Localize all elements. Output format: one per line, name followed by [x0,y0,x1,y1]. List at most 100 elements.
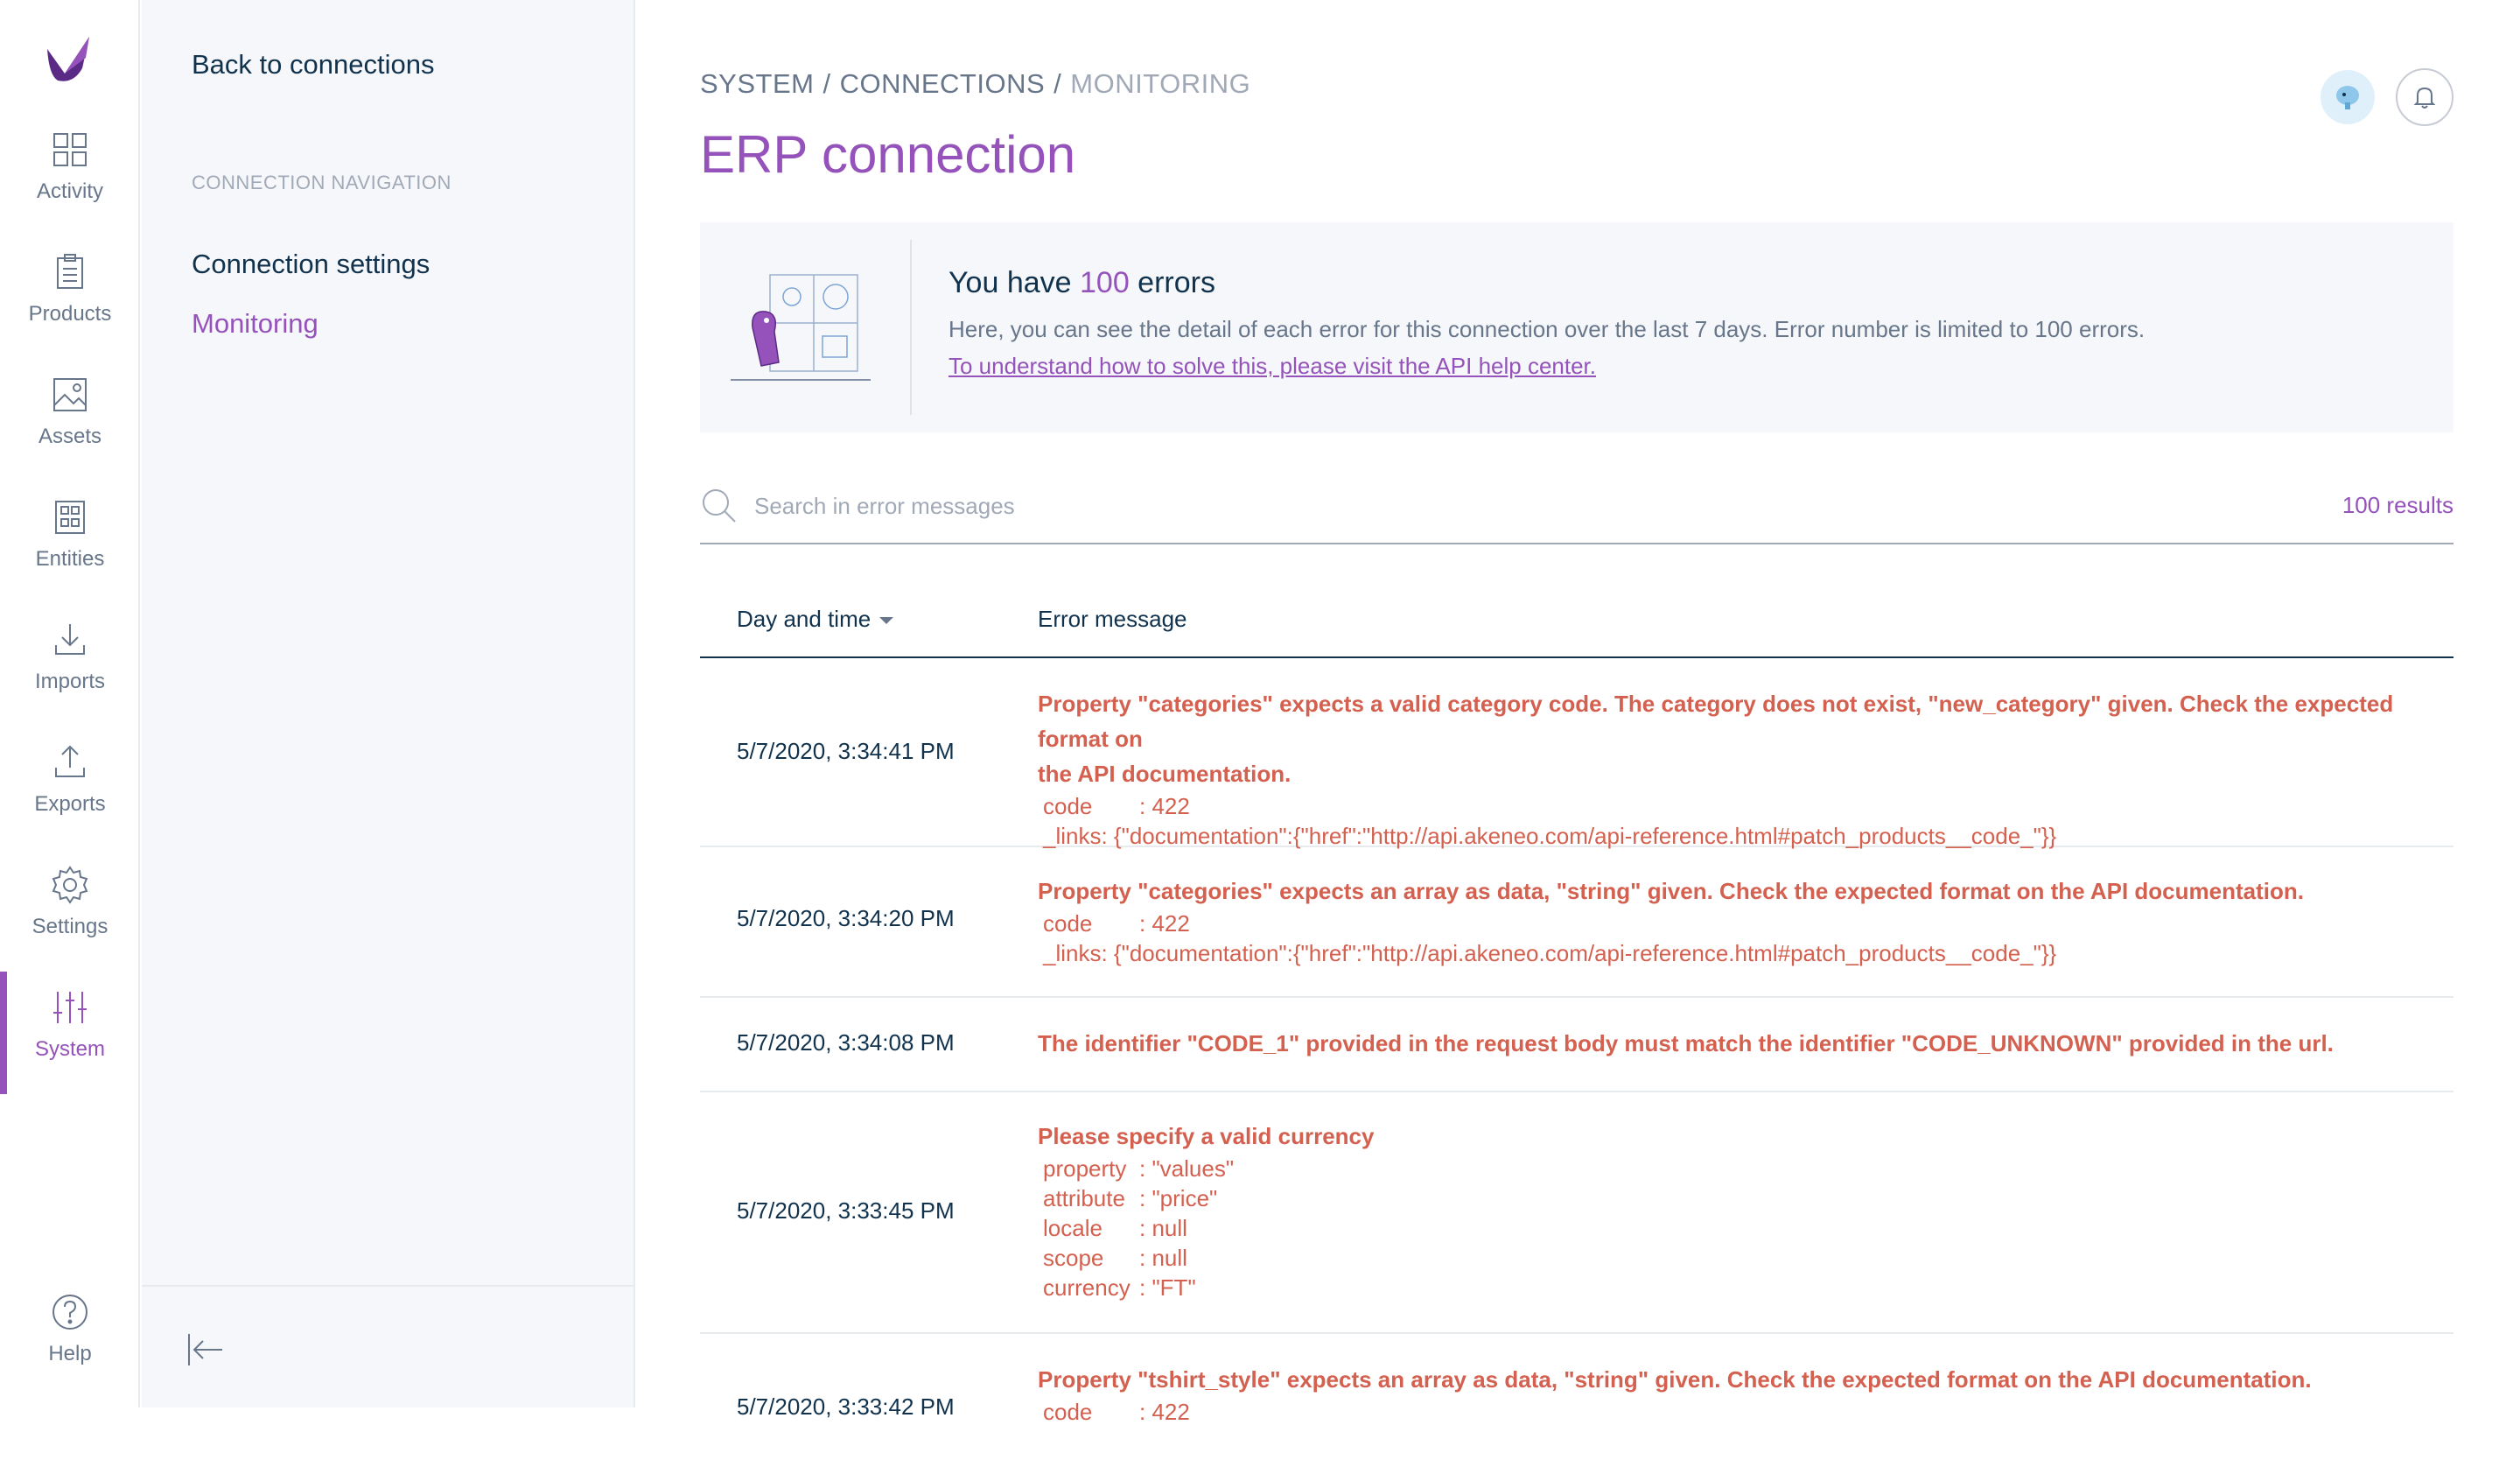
detail-value: : 422 [1139,1399,1190,1425]
breadcrumb-separator: / [1054,68,1062,99]
connection-navigation-panel: Back to connections CONNECTION NAVIGATIO… [142,0,635,1407]
results-count: 100 results [2342,492,2454,518]
row-date: 5/7/2020, 3:34:08 PM [737,1029,955,1056]
nav-imports[interactable]: Imports [0,604,140,709]
row-date: 5/7/2020, 3:33:45 PM [737,1197,955,1224]
table-row: 5/7/2020, 3:34:20 PM Property "categorie… [700,847,2454,998]
error-detail: _links: {"documentation":{"href":"http:/… [1038,938,2438,968]
column-header-date-label: Day and time [737,606,872,632]
exports-icon [55,745,85,777]
detail-key: code [1043,910,1093,937]
row-message: The identifier "CODE_1" provided in the … [1038,1026,2438,1061]
helper-banner: You have 100 errors Here, you can see th… [700,222,2454,432]
column-header-date[interactable]: Day and time [737,606,894,633]
search-input[interactable] [752,488,1802,523]
table-header: Day and time Error message [700,588,2454,658]
error-message-line: Property "tshirt_style" expects an array… [1038,1366,2312,1393]
nav-label: Exports [34,792,106,816]
detail-key: currency [1043,1274,1130,1301]
table-row: 5/7/2020, 3:33:42 PM Property "tshirt_st… [700,1334,2454,1474]
nav-exports[interactable]: Exports [0,726,140,832]
error-message-line: Please specify a valid currency [1038,1123,1375,1149]
detail-value: : null [1139,1245,1187,1271]
api-help-center-link[interactable]: To understand how to solve this, please … [948,353,1596,380]
nav-label: Help [48,1342,92,1365]
detail-key: property [1043,1155,1127,1182]
bell-icon [2413,87,2436,109]
detail-key: scope [1043,1245,1104,1271]
nav-activity[interactable]: Activity [0,114,140,219]
nav-label: System [34,1037,105,1061]
detail-value: : {"documentation":{"href":"http://api.a… [1101,823,2057,849]
nav-label: Assets [38,425,102,448]
breadcrumb: SYSTEM / CONNECTIONS / MONITORING [700,68,1250,100]
nav-entities[interactable]: Entities [0,481,140,586]
akeneo-logo[interactable] [38,32,100,88]
main-navigation: Activity Products Assets Entities Import… [0,0,140,1407]
detail-value: : 422 [1139,910,1190,937]
activity-icon [53,133,87,166]
detail-key: attribute [1043,1185,1125,1211]
breadcrumb-system[interactable]: SYSTEM [700,68,814,99]
nav-assets[interactable]: Assets [0,359,140,464]
search-bar: 100 results [700,483,2454,544]
error-detail: scope : null [1038,1243,2438,1273]
nav-help[interactable]: Help [0,1276,140,1381]
breadcrumb-monitoring: MONITORING [1070,68,1251,99]
detail-key: code [1043,1399,1093,1425]
error-message-line: The identifier "CODE_1" provided in the … [1038,1030,2334,1056]
row-message: Please specify a valid currency property… [1038,1119,2438,1302]
error-message-line: Property "categories" expects a valid ca… [1038,691,2394,752]
detail-value: : "price" [1139,1185,1218,1211]
detail-value: : null [1139,1215,1187,1241]
error-detail: currency : "FT" [1038,1273,2438,1302]
table-row: 5/7/2020, 3:34:41 PM Property "categorie… [700,660,2454,849]
panel-link-connection-settings[interactable]: Connection settings [192,249,430,280]
row-message: Property "tshirt_style" expects an array… [1038,1362,2438,1427]
error-detail: locale : null [1038,1213,2438,1243]
error-detail: _links: {"documentation":{"href":"http:/… [1038,821,2438,851]
nav-products[interactable]: Products [0,236,140,341]
page-title: ERP connection [700,125,1076,184]
detail-key: code [1043,793,1093,819]
error-detail: attribute : "price" [1038,1183,2438,1213]
error-detail: code : 422 [1038,1397,2438,1427]
detail-key: _links [1043,823,1102,849]
row-date: 5/7/2020, 3:34:41 PM [737,738,955,764]
nav-label: Imports [34,670,105,693]
column-header-message: Error message [1038,606,1187,632]
panel-section-title: CONNECTION NAVIGATION [192,172,452,193]
helper-title: You have 100 errors [948,266,1215,300]
panel-link-monitoring[interactable]: Monitoring [192,308,318,340]
system-icon [53,992,87,1023]
nav-label: Products [28,302,112,326]
nav-label: Activity [36,179,103,203]
notifications-button[interactable] [2396,68,2454,126]
help-icon [52,1295,88,1330]
error-detail: property: "values" [1038,1154,2438,1183]
sort-caret-icon [879,617,894,625]
user-avatar[interactable] [2320,70,2375,124]
nav-settings[interactable]: Settings [0,849,140,954]
detail-key: locale [1043,1215,1102,1241]
error-detail: code: 422 [1038,791,2438,821]
table-row: 5/7/2020, 3:34:08 PM The identifier "COD… [700,998,2454,1092]
nav-system[interactable]: System [0,972,140,1094]
detail-value: : "FT" [1139,1274,1196,1301]
panel-divider [142,1285,634,1287]
detail-key: _links [1043,940,1102,966]
monitoring-illustration [731,274,871,381]
error-count: 100 [1080,266,1130,299]
row-message: Property "categories" expects a valid ca… [1038,686,2438,851]
back-to-connections-link[interactable]: Back to connections [192,49,434,81]
helper-title-prefix: You have [948,266,1080,299]
table-row: 5/7/2020, 3:33:45 PM Please specify a va… [700,1092,2454,1334]
helper-description: Here, you can see the detail of each err… [948,316,2146,342]
error-detail: code : 422 [1038,909,2438,938]
breadcrumb-connections[interactable]: CONNECTIONS [840,68,1046,99]
settings-icon [52,866,88,904]
products-icon [57,254,83,289]
collapse-panel-icon[interactable] [182,1327,228,1372]
breadcrumb-separator: / [822,68,831,99]
imports-icon [55,624,85,655]
